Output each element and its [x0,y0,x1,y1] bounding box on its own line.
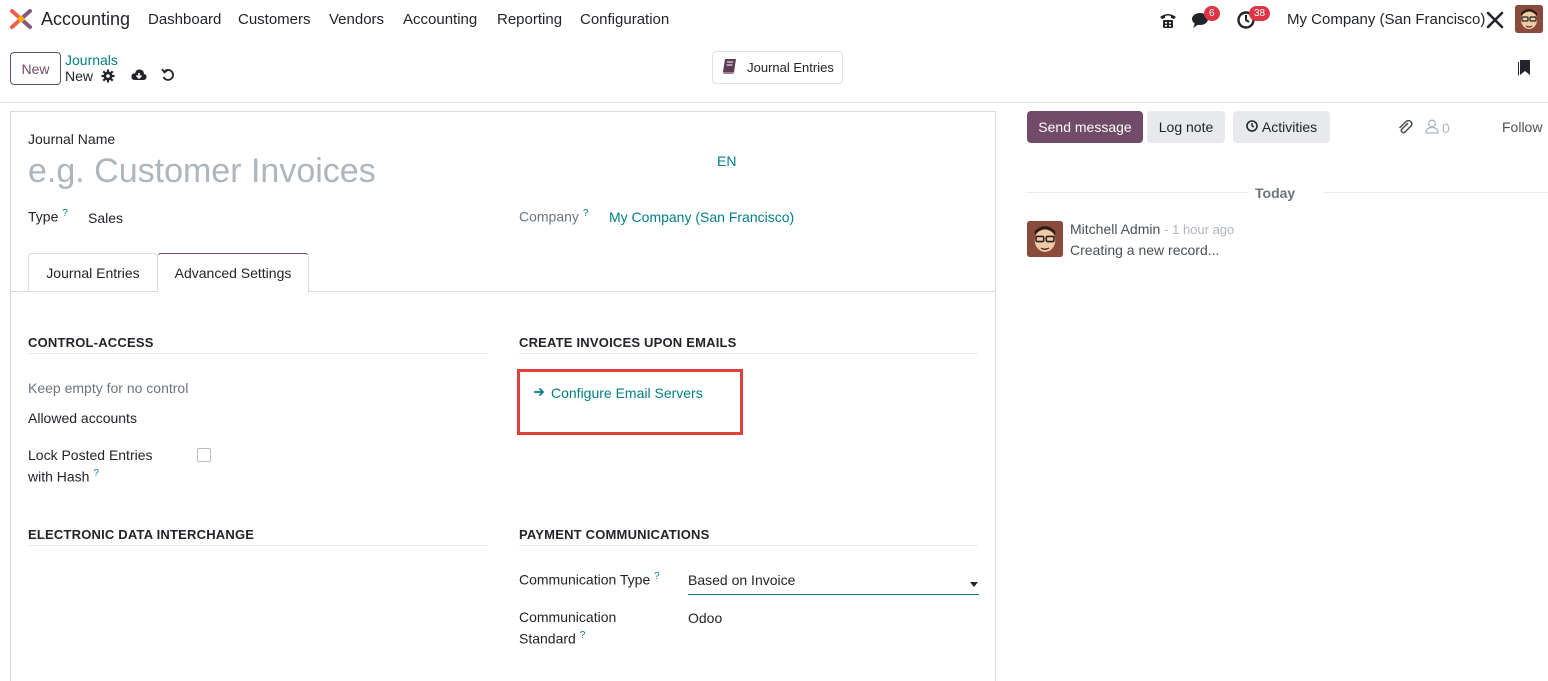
today-separator: Today [1255,185,1296,201]
activities-label: Activities [1261,119,1318,135]
phone-icon[interactable] [1157,9,1179,31]
allowed-accounts-label: Allowed accounts [28,410,137,426]
control-access-divider [28,353,487,354]
lock-posted-label-text: with Hash [28,468,90,485]
company-field-link[interactable]: My Company (San Francisco) [609,209,794,225]
highlight-annotation-box [517,369,743,435]
edi-divider [28,545,487,546]
form-sheet: Journal Name e.g. Customer Invoices EN T… [10,111,996,681]
company-label-text: Company [519,208,579,225]
breadcrumb-current: New [65,68,94,84]
send-message-button[interactable]: Send message [1027,111,1143,143]
edi-title: ELECTRONIC DATA INTERCHANGE [28,527,255,542]
today-divider-left [1027,192,1249,193]
save-cloud-icon[interactable] [131,68,147,82]
menu-customers[interactable]: Customers [238,11,311,28]
control-access-hint: Keep empty for no control [28,380,189,396]
followers-count: 0 [1442,120,1450,136]
debug-tools-icon[interactable] [1484,9,1506,31]
activities-badge: 38 [1249,6,1271,21]
tab-journal-entries[interactable]: Journal Entries [28,253,158,292]
create-invoices-title: CREATE INVOICES UPON EMAILS [519,335,737,350]
journal-entries-smart-button[interactable]: Journal Entries [712,51,843,84]
discard-undo-icon[interactable] [161,68,175,82]
accounting-app-icon[interactable] [10,8,32,30]
top-navbar: Accounting Dashboard Customers Vendors A… [0,0,1548,38]
lock-posted-help-icon[interactable]: ? [93,468,99,479]
app-name[interactable]: Accounting [41,9,130,30]
log-note-button[interactable]: Log note [1147,111,1225,143]
type-label: Type ? [28,208,68,225]
messages-icon[interactable]: 6 [1191,6,1220,31]
communication-type-label: Communication Type ? [519,571,660,588]
communication-standard-label-text: Standard [519,630,576,647]
caret-down-icon [969,576,979,592]
paperclip-icon[interactable] [1397,119,1413,135]
message-author-avatar[interactable] [1027,221,1063,257]
type-value[interactable]: Sales [88,210,123,226]
new-button[interactable]: New [10,52,61,85]
followers-counter[interactable]: 0 [1425,119,1450,137]
lock-posted-label-line2: with Hash ? [28,468,99,485]
journal-name-input[interactable]: e.g. Customer Invoices [28,152,688,194]
payment-communications-divider [519,545,978,546]
tab-advanced-settings[interactable]: Advanced Settings [157,253,309,293]
communication-type-value: Based on Invoice [688,572,796,588]
communication-standard-help-icon[interactable]: ? [580,630,586,641]
user-icon [1425,119,1439,137]
activities-button[interactable]: Activities [1233,111,1330,143]
communication-standard-label-line1: Communication [519,609,617,625]
communication-standard-value[interactable]: Odoo [688,610,722,626]
journal-name-label: Journal Name [28,131,116,147]
lock-posted-label-line1: Lock Posted Entries [28,447,153,463]
breadcrumb-journals[interactable]: Journals [65,52,118,68]
menu-dashboard[interactable]: Dashboard [148,11,221,28]
gear-icon[interactable] [101,69,115,83]
chatter-panel: Send message Log note Activities 0 Follo… [1010,103,1548,681]
communication-type-help-icon[interactable]: ? [654,571,660,582]
payment-communications-title: PAYMENT COMMUNICATIONS [519,527,710,542]
message-time: - 1 hour ago [1164,222,1235,237]
company-label: Company ? [519,208,588,225]
menu-vendors[interactable]: Vendors [329,11,384,28]
type-label-text: Type [28,208,59,225]
language-toggle[interactable]: EN [717,153,736,169]
menu-reporting[interactable]: Reporting [497,11,562,28]
lock-posted-checkbox[interactable] [197,448,211,462]
company-switcher[interactable]: My Company (San Francisco) [1287,11,1485,28]
book-icon [721,57,739,78]
message-header: Mitchell Admin - 1 hour ago [1070,221,1234,237]
bookmark-icon[interactable] [1517,59,1531,77]
messages-badge: 6 [1204,6,1220,21]
menu-configuration[interactable]: Configuration [580,11,669,28]
type-help-icon[interactable]: ? [62,208,68,219]
menu-accounting[interactable]: Accounting [403,11,477,28]
clock-icon [1246,119,1258,135]
today-divider-right [1324,192,1548,193]
follow-button[interactable]: Follow [1502,119,1542,135]
communication-standard-label-line2: Standard ? [519,630,585,647]
communication-type-label-text: Communication Type [519,571,651,588]
communication-type-select[interactable]: Based on Invoice [688,572,979,595]
journal-entries-label: Journal Entries [747,60,834,75]
message-body: Creating a new record... [1070,242,1220,258]
control-access-title: CONTROL-ACCESS [28,335,154,350]
activities-clock-icon[interactable]: 38 [1236,6,1271,31]
create-invoices-divider [519,353,978,354]
control-panel: New Journals New Journal Entries [0,38,1548,103]
message-author[interactable]: Mitchell Admin [1070,221,1160,237]
user-avatar[interactable] [1515,5,1543,33]
company-help-icon[interactable]: ? [583,208,589,219]
